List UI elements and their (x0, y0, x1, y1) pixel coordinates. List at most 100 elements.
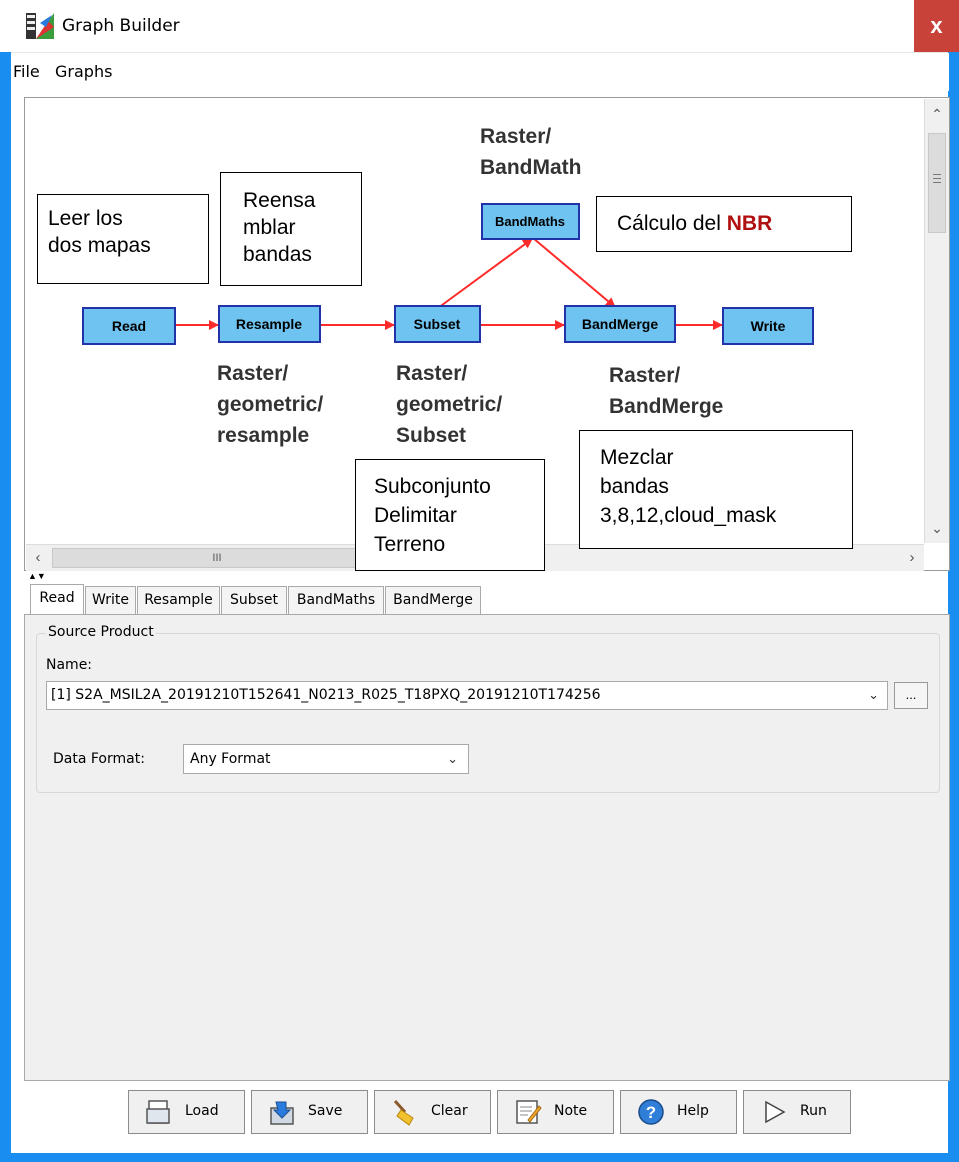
note-subset-line1: Subconjunto (374, 475, 491, 498)
label-bandmath-path-line1: Raster/ (480, 125, 552, 148)
svg-text:Write: Write (751, 318, 786, 334)
svg-text:Read: Read (112, 318, 146, 334)
source-product-group (36, 633, 940, 793)
menu-bar: File Graphs (11, 53, 949, 91)
svg-text:Resample: Resample (236, 316, 302, 332)
scroll-right-icon[interactable]: › (900, 545, 924, 571)
note-resample-line1: Reensa (243, 189, 316, 212)
clear-label: Clear (431, 1103, 468, 1119)
label-resample-path-line2: geometric/ (217, 393, 324, 416)
tab-resample[interactable]: Resample (137, 586, 220, 614)
note-bandmerge-line1: Mezclar (600, 446, 674, 469)
label-subset-path-line3: Subset (396, 424, 467, 447)
svg-text:Subset: Subset (414, 316, 461, 332)
tab-bandmaths[interactable]: BandMaths (288, 586, 384, 614)
clear-button[interactable]: Clear (374, 1090, 491, 1134)
tab-bandmerge[interactable]: BandMerge (385, 586, 481, 614)
label-subset-path-line2: geometric/ (396, 393, 503, 416)
source-product-select[interactable]: [1] S2A_MSIL2A_20191210T152641_N0213_R02… (46, 681, 888, 710)
chevron-down-icon[interactable]: ⌄ (868, 682, 879, 709)
horizontal-scroll-thumb[interactable]: III (52, 548, 382, 568)
note-resample: Reensa mblar bandas (220, 172, 362, 286)
play-icon (765, 1100, 786, 1124)
note-read-line1: Leer los (48, 207, 123, 230)
tab-read[interactable]: Read (30, 584, 84, 615)
scroll-up-icon[interactable]: ⌃ (925, 99, 949, 129)
node-bandmaths[interactable]: BandMaths (481, 203, 580, 240)
snap-app-icon (26, 13, 54, 39)
node-subset[interactable]: Subset (394, 305, 481, 343)
scroll-left-icon[interactable]: ‹ (26, 545, 50, 571)
note-bandmerge: Mezclar bandas 3,8,12,cloud_mask (579, 430, 853, 549)
menu-graphs[interactable]: Graphs (55, 62, 112, 81)
note-bandmerge-line2: bandas (600, 475, 669, 498)
help-button[interactable]: ? Help (620, 1090, 737, 1134)
save-button[interactable]: Save (251, 1090, 368, 1134)
node-write[interactable]: Write (722, 307, 814, 345)
vertical-scroll-thumb[interactable] (928, 133, 946, 233)
label-bandmerge-path: Raster/ BandMerge (609, 360, 723, 422)
note-resample-line2: mblar (243, 216, 296, 239)
folder-icon (146, 1100, 170, 1124)
data-format-label: Data Format: (53, 751, 145, 767)
close-button[interactable]: x (914, 0, 959, 52)
label-subset-path-line1: Raster/ (396, 362, 468, 385)
note-nbr-text: Cálculo del (617, 212, 727, 235)
label-bandmerge-path-line1: Raster/ (609, 364, 681, 387)
window-title: Graph Builder (62, 16, 180, 36)
splitter-arrows-icon[interactable]: ▲▼ (28, 571, 46, 581)
window-border-left (0, 52, 11, 1162)
label-resample-path-line1: Raster/ (217, 362, 289, 385)
svg-text:?: ? (646, 1103, 656, 1122)
save-icon (270, 1101, 294, 1125)
note-subset-line2: Delimitar (374, 504, 457, 527)
label-bandmath-path-line2: BandMath (480, 156, 582, 179)
load-label: Load (185, 1103, 219, 1119)
data-format-select[interactable]: Any Format ⌄ (183, 744, 469, 774)
label-subset-path: Raster/ geometric/ Subset (396, 358, 502, 451)
chevron-down-icon[interactable]: ⌄ (447, 746, 458, 774)
tab-write[interactable]: Write (85, 586, 136, 614)
name-label: Name: (46, 657, 93, 673)
note-nbr-highlight: NBR (726, 212, 773, 235)
window-border-bottom (0, 1153, 959, 1162)
note-subset-line3: Terreno (374, 533, 446, 556)
node-bandmerge[interactable]: BandMerge (564, 305, 676, 343)
svg-text:BandMaths: BandMaths (495, 214, 565, 229)
note-read-line2: dos mapas (48, 234, 151, 257)
note-nbr: Cálculo del NBR (596, 196, 852, 252)
title-bar: Graph Builder x (0, 0, 959, 53)
note-button[interactable]: Note (497, 1090, 614, 1134)
panel-splitter[interactable]: ▲▼ (24, 571, 950, 581)
data-format-value: Any Format (190, 751, 271, 767)
run-button[interactable]: Run (743, 1090, 851, 1134)
note-read: Leer los dos mapas (37, 194, 209, 284)
note-resample-line3: bandas (243, 243, 312, 266)
label-resample-path-line3: resample (217, 424, 310, 447)
save-label: Save (308, 1103, 343, 1119)
label-bandmath-path: Raster/ BandMath (480, 121, 582, 183)
load-button[interactable]: Load (128, 1090, 245, 1134)
node-read[interactable]: Read (82, 307, 176, 345)
source-product-title: Source Product (46, 624, 156, 640)
run-label: Run (800, 1103, 827, 1119)
label-resample-path: Raster/ geometric/ resample (217, 358, 323, 451)
note-subset: Subconjunto Delimitar Terreno (355, 459, 545, 571)
broom-icon (393, 1099, 414, 1126)
source-product-value: [1] S2A_MSIL2A_20191210T152641_N0213_R02… (51, 687, 601, 703)
node-resample[interactable]: Resample (218, 305, 321, 343)
scroll-down-icon[interactable]: ⌄ (925, 513, 949, 543)
menu-file[interactable]: File (13, 62, 40, 81)
svg-text:BandMerge: BandMerge (582, 316, 658, 332)
note-bandmerge-line3: 3,8,12,cloud_mask (600, 504, 777, 527)
help-icon: ? (638, 1099, 664, 1125)
edge-subset-bandmaths (437, 238, 533, 309)
graph-builder-window: Graph Builder x File Graphs Read Resampl… (0, 0, 959, 1162)
note-icon (516, 1100, 542, 1124)
tab-subset[interactable]: Subset (221, 586, 287, 614)
label-bandmerge-path-line2: BandMerge (609, 395, 724, 418)
browse-button[interactable]: ... (894, 682, 928, 709)
help-label: Help (677, 1103, 709, 1119)
note-label: Note (554, 1103, 588, 1119)
vertical-scrollbar[interactable]: ⌃ ⌄ (924, 99, 949, 543)
